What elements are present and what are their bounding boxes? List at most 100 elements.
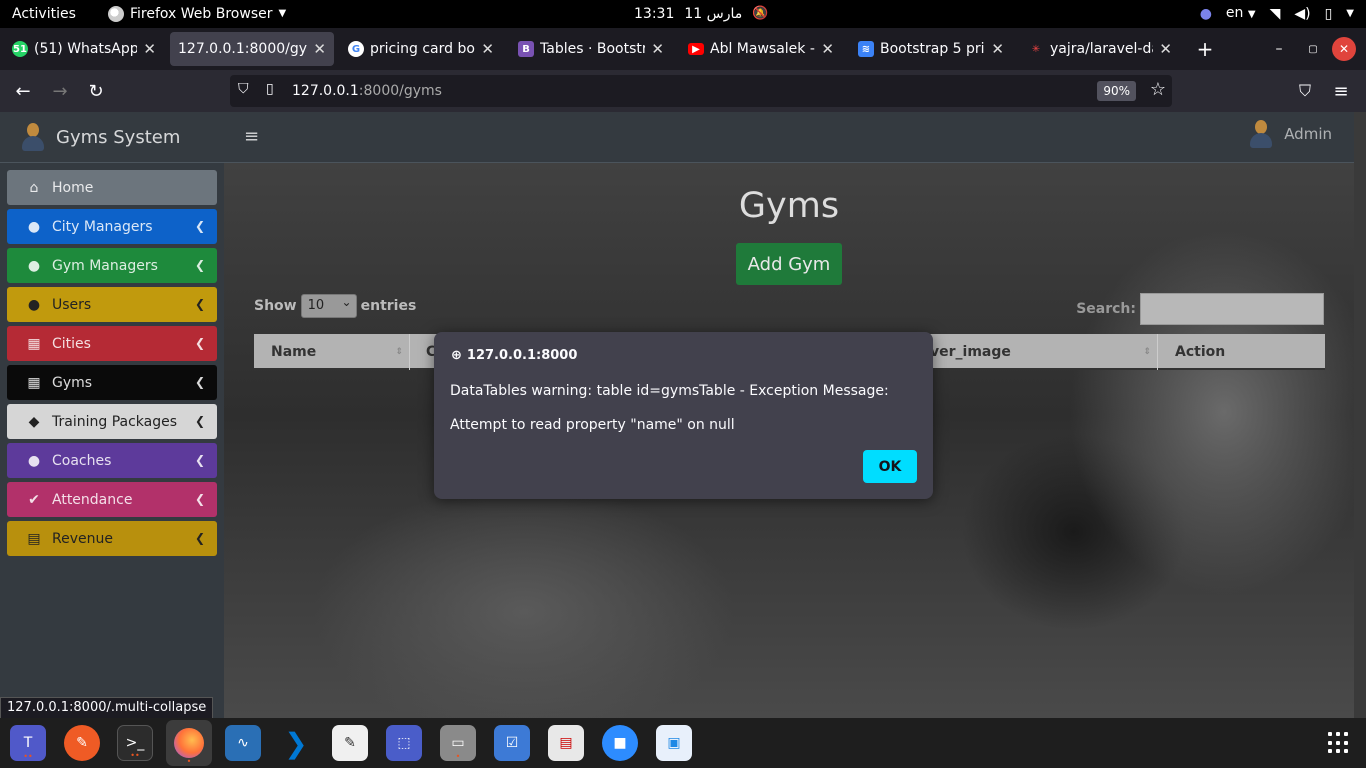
building-icon: ▦ [27,374,41,391]
chevron-down-icon[interactable]: ▼ [1346,0,1354,28]
sidebar-item-training-packages[interactable]: ◆ Training Packages ❮ [7,404,217,439]
chevron-left-icon: ❮ [194,297,205,311]
files-icon[interactable]: ▭ • [440,725,476,761]
screenshot-icon[interactable]: ⬚ [386,725,422,761]
libreoffice-impress-icon[interactable]: ▣ [656,725,692,761]
document-viewer-icon[interactable]: ▤ [548,725,584,761]
dock: T •• ✎ >_ •• • ∿ ❯ ✎ ⬚ ▭ • ☑ ▤ ■ ▣ [0,718,1366,768]
forward-button[interactable]: → [47,78,73,104]
zoom-icon[interactable]: ■ [602,725,638,761]
clock-time: 13:31 [634,6,675,22]
pocket-icon[interactable]: ⛉ [1292,78,1318,104]
minimize-button[interactable]: – [1264,34,1294,64]
show-applications-icon[interactable] [1328,732,1350,754]
column-header-name[interactable]: Name ⇕ [254,334,410,370]
system-monitor-icon[interactable]: ∿ [225,725,261,761]
tab-whatsapp[interactable]: 51 (51) WhatsApp ✕ [4,32,164,66]
reload-button[interactable]: ↻ [83,78,109,104]
running-indicator: • [455,752,461,761]
column-header-cover-image[interactable]: ver_image ⇕ [930,334,1158,370]
add-gym-button[interactable]: Add Gym [736,243,842,285]
whatsapp-icon: 51 [12,41,28,57]
firefox-icon[interactable]: • [166,720,212,766]
tab-pricing-card[interactable]: G pricing card boot ✕ [340,32,502,66]
chevron-left-icon: ❮ [194,414,205,428]
text-editor-icon[interactable]: ✎ [332,725,368,761]
sidebar-item-attendance[interactable]: ✔ Attendance ❮ [7,482,217,517]
sidebar-item-users[interactable]: ● Users ❮ [7,287,217,322]
close-icon[interactable]: ✕ [651,40,664,58]
hamburger-menu-icon[interactable]: ≡ [244,126,259,147]
sidebar-item-label: Cities [52,335,91,352]
postman-icon[interactable]: ✎ [64,725,100,761]
activities-button[interactable]: Activities [12,0,76,28]
dialog-origin: ⊕ 127.0.0.1:8000 [451,348,577,363]
sidebar-item-city-managers[interactable]: ● City Managers ❮ [7,209,217,244]
search-input[interactable] [1140,293,1324,325]
notifications-off-icon: 🔕 [752,6,769,21]
language-indicator[interactable]: en ▼ [1226,0,1256,29]
close-icon[interactable]: ✕ [991,40,1004,58]
globe-icon: ⊕ [451,348,462,363]
tab-bootstrap-pricing[interactable]: ≋ Bootstrap 5 prici ✕ [850,32,1012,66]
column-label: Action [1175,344,1226,360]
url-text[interactable]: 127.0.0.1:8000/gyms [292,75,442,107]
tab-gyms[interactable]: 127.0.0.1:8000/gyms ✕ [170,32,334,66]
running-indicator: •• [130,751,140,760]
running-indicator: • [186,757,192,766]
tab-strip: 51 (51) WhatsApp ✕ 127.0.0.1:8000/gyms ✕… [0,28,1366,70]
running-indicator: •• [23,752,33,761]
user-icon: ● [27,218,41,235]
entries-select[interactable]: 10 [300,291,357,318]
brand[interactable]: Gyms System [0,112,224,163]
bookmark-star-icon[interactable]: ☆ [1150,79,1166,100]
restore-button[interactable]: ▢ [1298,34,1328,64]
sidebar-item-revenue[interactable]: ▤ Revenue ❮ [7,521,217,556]
close-window-button[interactable]: ✕ [1332,37,1356,61]
close-icon[interactable]: ✕ [1159,40,1172,58]
teams-tray-icon[interactable]: ● [1200,0,1212,28]
shield-icon[interactable]: ⛉ [238,81,249,97]
sidebar-item-gym-managers[interactable]: ● Gym Managers ❮ [7,248,217,283]
tab-title: (51) WhatsApp [34,41,138,57]
top-navbar: ≡ Admin [224,112,1354,163]
user-icon: ● [27,257,41,274]
new-tab-button[interactable]: + [1190,34,1220,64]
sidebar-item-label: City Managers [52,218,153,235]
close-icon[interactable]: ✕ [313,40,326,58]
battery-icon[interactable]: ▯ [1325,0,1333,28]
system-tray[interactable]: ● en ▼ ◥ ◀) ▯ ▼ [1200,0,1354,28]
tasks-icon[interactable]: ☑ [494,725,530,761]
terminal-icon[interactable]: >_ •• [117,725,153,761]
menu-icon[interactable]: ≡ [1328,78,1354,104]
volume-icon[interactable]: ◀) [1294,0,1310,28]
close-icon[interactable]: ✕ [143,40,156,58]
clock[interactable]: 13:31 11 مارس 🔕 [634,0,768,28]
sidebar-item-gyms[interactable]: ▦ Gyms ❮ [7,365,217,400]
column-label: ver_image [930,344,1011,360]
sidebar-item-home[interactable]: ⌂ Home [7,170,217,205]
sidebar-item-cities[interactable]: ▦ Cities ❮ [7,326,217,361]
url-bar[interactable]: ⛉ ▯ 127.0.0.1:8000/gyms 90% ☆ [230,75,1172,107]
user-menu[interactable]: Admin [1250,120,1332,148]
wifi-icon[interactable]: ◥ [1270,0,1281,28]
column-label: Name [271,344,317,360]
vscode-icon[interactable]: ❯ [278,725,314,761]
tab-youtube[interactable]: ▶ Abl Mawsalek - Yo ✕ [680,32,842,66]
zoom-level[interactable]: 90% [1097,81,1136,101]
close-icon[interactable]: ✕ [821,40,834,58]
app-menu[interactable]: Firefox Web Browser ▼ [108,0,286,28]
tab-yajra[interactable]: ✳ yajra/laravel-data ✕ [1020,32,1180,66]
teams-icon[interactable]: T •• [10,725,46,761]
ok-button[interactable]: OK [863,450,917,483]
building-icon: ▦ [27,335,41,352]
column-header-action[interactable]: Action [1158,334,1325,370]
page-title: Gyms [738,186,840,226]
tab-bootstrap-tables[interactable]: B Tables · Bootstrap ✕ [510,32,672,66]
language-label: en [1225,5,1244,21]
back-button[interactable]: ← [10,78,36,104]
close-icon[interactable]: ✕ [481,40,494,58]
dialog-message-line1: DataTables warning: table id=gymsTable -… [450,383,889,399]
entries-label: entries [360,298,417,314]
sidebar-item-coaches[interactable]: ● Coaches ❮ [7,443,217,478]
